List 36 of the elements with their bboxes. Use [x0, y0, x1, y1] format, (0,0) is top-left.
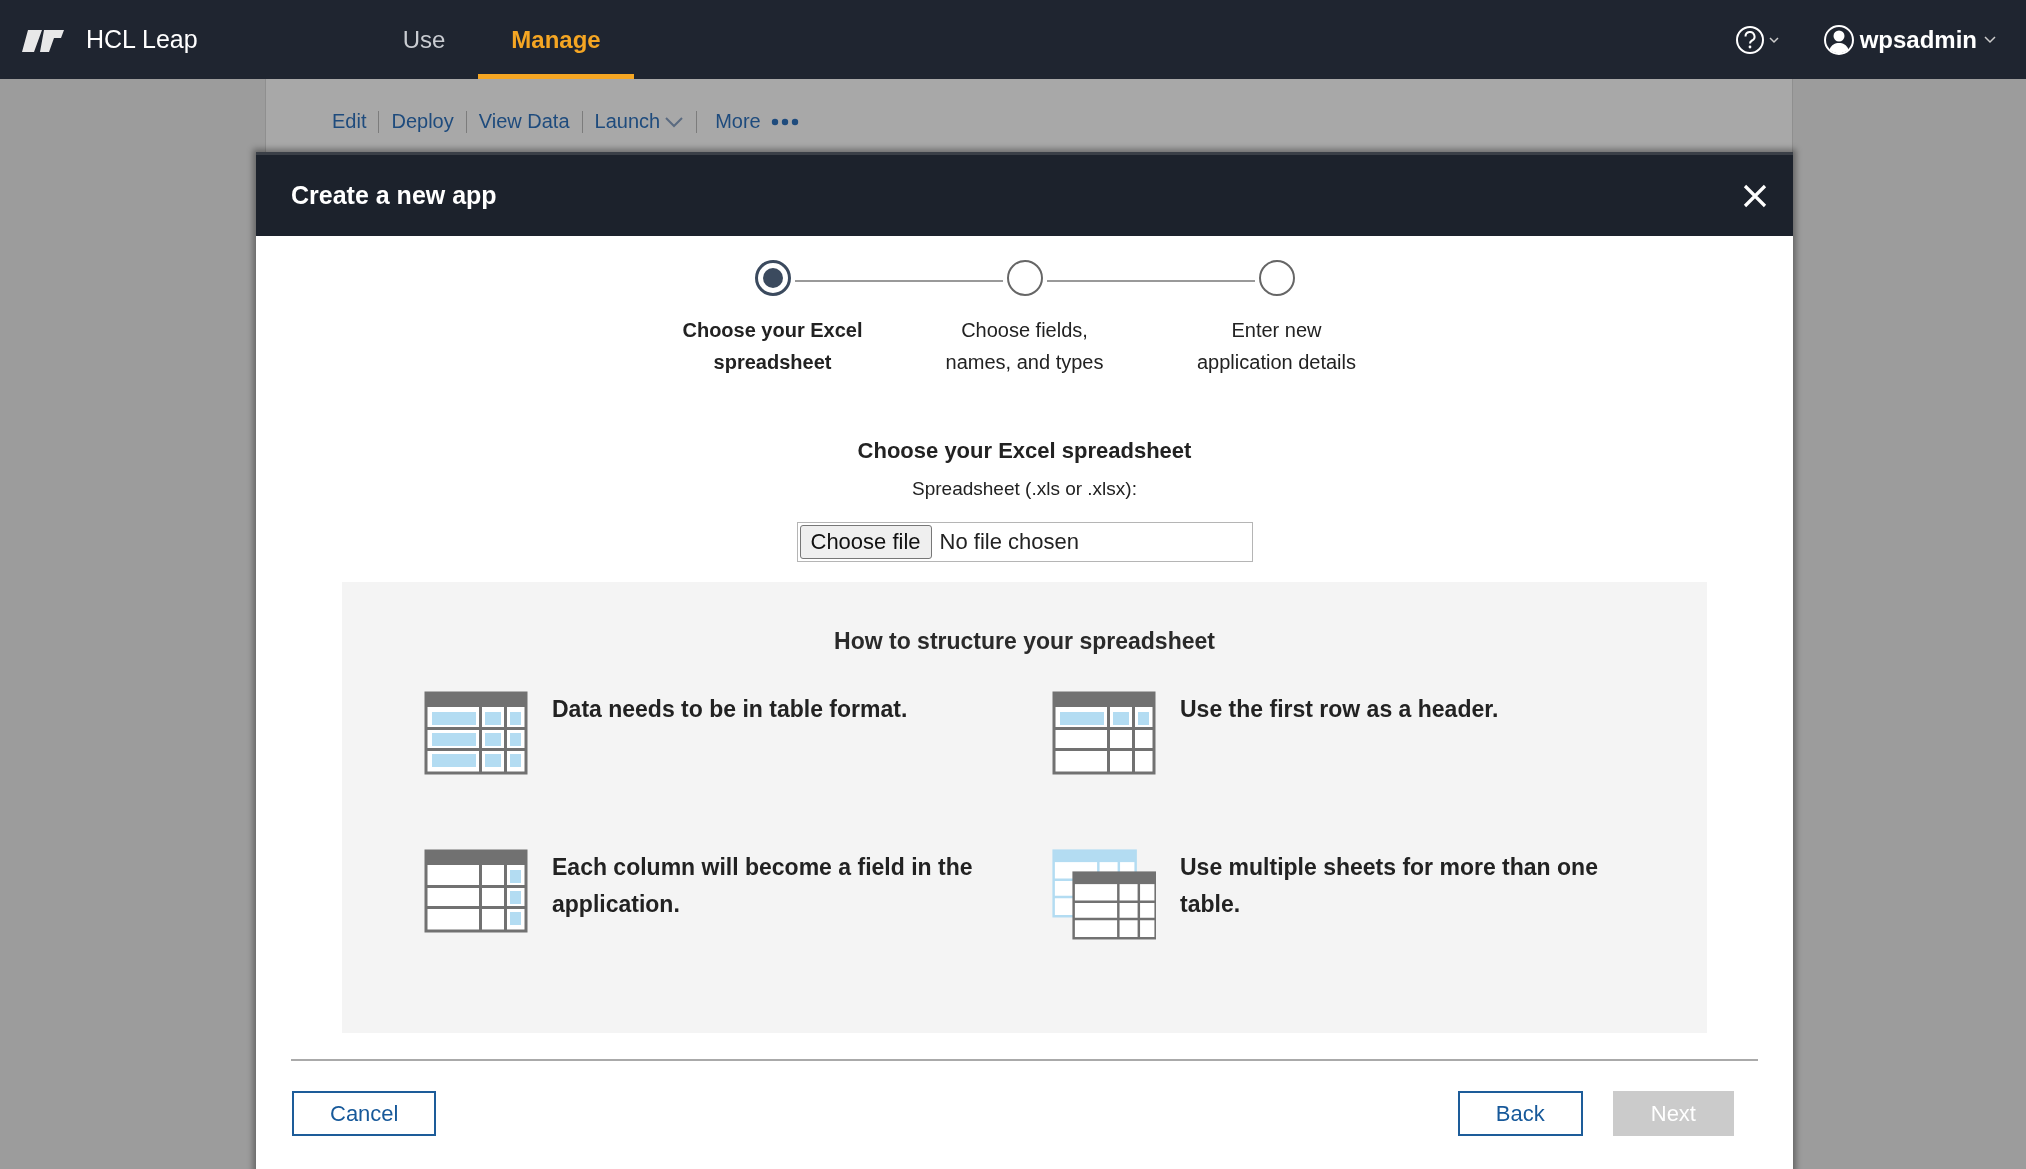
caret-icon [1982, 34, 1998, 45]
tip-text: Use multiple sheets for more than one table. [1180, 853, 1599, 919]
spreadsheet-icon [1052, 691, 1156, 775]
caret-icon [664, 115, 685, 128]
tip-text: Use the first row as a header. [1180, 695, 1499, 724]
field-label: Spreadsheet (.xls or .xlsx): [911, 478, 1138, 500]
help-icon [1734, 23, 1781, 56]
action-link[interactable]: Edit [332, 110, 367, 133]
more-dots-icon [770, 117, 799, 126]
file-input[interactable]: Choose file No file chosen [796, 522, 1253, 562]
step-label: Choose fields, names, and types [944, 318, 1105, 375]
dialog-button[interactable]: Back [1457, 1091, 1583, 1136]
user-icon [1822, 23, 1855, 56]
section-heading: Choose your Excel spreadsheet [856, 438, 1193, 464]
file-status-text: No file chosen [939, 529, 1079, 555]
choose-file-button[interactable]: Choose file [799, 525, 932, 559]
spreadsheet-icon [424, 849, 528, 933]
more-link[interactable]: More [715, 110, 799, 133]
close-icon [1742, 182, 1768, 209]
dialog-button[interactable]: Cancel [292, 1091, 437, 1136]
dialog-title: Create a new app [291, 181, 497, 210]
spreadsheet-icon [1052, 849, 1156, 941]
nav-tab[interactable]: Use [369, 0, 479, 79]
tips-title: How to structure your spreadsheet [833, 628, 1216, 655]
tip-text: Data needs to be in table format. [552, 695, 908, 724]
user-menu-button[interactable]: wpsadmin [1822, 23, 1998, 56]
close-button[interactable] [1742, 182, 1768, 209]
help-menu-button[interactable] [1734, 23, 1781, 56]
spreadsheet-icon [424, 691, 528, 775]
step-label: Enter new application details [1196, 318, 1357, 375]
action-link[interactable]: Deploy [391, 110, 454, 133]
app-name: HCL Leap [86, 25, 198, 54]
tip-text: Each column will become a field in the application. [552, 853, 974, 919]
step-label: Choose your Excel spreadsheet [681, 318, 864, 375]
action-link[interactable]: Launch [594, 110, 685, 133]
action-link[interactable]: View Data [478, 110, 570, 133]
